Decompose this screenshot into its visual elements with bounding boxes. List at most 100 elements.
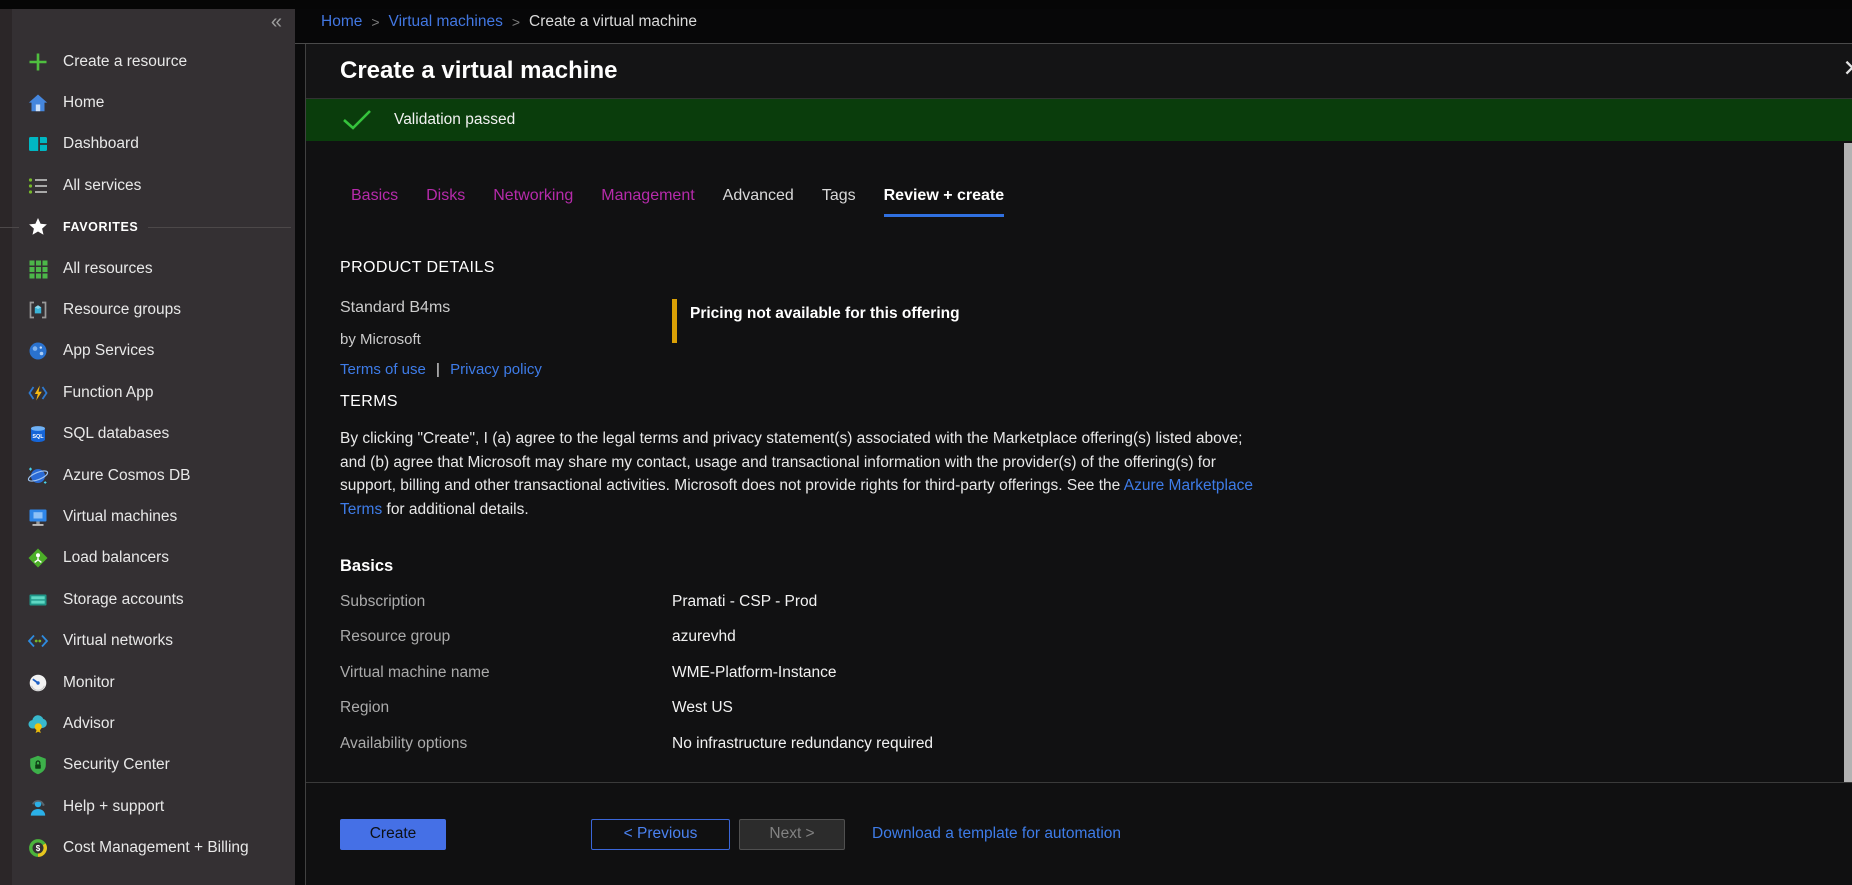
sidebar-item-create-a-resource[interactable]: Create a resource bbox=[0, 41, 295, 82]
pricing-accent-bar bbox=[672, 299, 677, 343]
terms-body: By clicking "Create", I (a) agree to the… bbox=[340, 427, 1264, 521]
sidebar-item-all-resources[interactable]: All resources bbox=[0, 248, 295, 289]
basics-heading: Basics bbox=[340, 557, 1852, 576]
link-separator: | bbox=[436, 361, 440, 378]
tab-basics[interactable]: Basics bbox=[351, 187, 398, 217]
sidebar-nav: Create a resource Home Dashboard All ser… bbox=[0, 41, 295, 869]
sidebar-item-azure-cosmos-db[interactable]: Azure Cosmos DB bbox=[0, 455, 295, 496]
home-icon bbox=[26, 91, 50, 115]
terms-text-suffix: for additional details. bbox=[382, 501, 528, 518]
create-vm-blade: Create a virtual machine ✕ Validation pa… bbox=[305, 44, 1852, 885]
dashboard-icon bbox=[26, 132, 50, 156]
blade-header: Create a virtual machine ✕ bbox=[306, 44, 1852, 99]
breadcrumb-current: Create a virtual machine bbox=[529, 13, 697, 31]
sidebar-item-label: Help + support bbox=[63, 798, 164, 816]
table-row: Region West US bbox=[340, 691, 1852, 727]
sidebar-item-label: Storage accounts bbox=[63, 591, 184, 609]
sidebar-item-advisor[interactable]: Advisor bbox=[0, 703, 295, 744]
cosmos-db-icon bbox=[26, 464, 50, 488]
product-details-heading: PRODUCT DETAILS bbox=[340, 259, 1852, 277]
sidebar-item-help-support[interactable]: Help + support bbox=[0, 786, 295, 827]
terms-text: By clicking "Create", I (a) agree to the… bbox=[340, 430, 1242, 494]
sidebar-item-label: Security Center bbox=[63, 756, 170, 774]
azure-portal-window: « Create a resource Home Dashboard All s… bbox=[0, 0, 1852, 885]
vertical-scrollbar[interactable] bbox=[1844, 143, 1852, 782]
sidebar-item-label: Resource groups bbox=[63, 301, 181, 319]
sidebar-item-all-services[interactable]: All services bbox=[0, 165, 295, 206]
sidebar-item-load-balancers[interactable]: Load balancers bbox=[0, 538, 295, 579]
row-label: Virtual machine name bbox=[340, 664, 672, 682]
security-center-icon bbox=[26, 753, 50, 777]
sidebar-item-label: Home bbox=[63, 94, 104, 112]
terms-heading: TERMS bbox=[340, 393, 1852, 411]
basics-summary-table: Subscription Pramati - CSP - Prod Resour… bbox=[340, 584, 1852, 762]
tab-advanced[interactable]: Advanced bbox=[723, 187, 794, 217]
policy-links: Terms of use | Privacy policy bbox=[340, 361, 672, 378]
monitor-icon bbox=[26, 671, 50, 695]
sidebar-item-sql-databases[interactable]: SQL SQL databases bbox=[0, 414, 295, 455]
sidebar-item-label: Create a resource bbox=[63, 53, 187, 71]
sidebar-section-label: FAVORITES bbox=[63, 220, 138, 234]
next-button-disabled[interactable]: Next > bbox=[739, 819, 845, 850]
breadcrumb-home-link[interactable]: Home bbox=[321, 13, 362, 31]
table-row: Resource group azurevhd bbox=[340, 620, 1852, 656]
create-button[interactable]: Create bbox=[340, 819, 446, 850]
table-row: Subscription Pramati - CSP - Prod bbox=[340, 584, 1852, 620]
breadcrumb-virtual-machines-link[interactable]: Virtual machines bbox=[389, 13, 503, 31]
validation-banner: Validation passed bbox=[306, 99, 1852, 141]
sidebar-item-virtual-machines[interactable]: Virtual machines bbox=[0, 496, 295, 537]
previous-button[interactable]: < Previous bbox=[591, 819, 730, 850]
sidebar-item-dashboard[interactable]: Dashboard bbox=[0, 124, 295, 165]
resource-groups-icon bbox=[26, 298, 50, 322]
tab-disks[interactable]: Disks bbox=[426, 187, 465, 217]
sidebar-item-label: Dashboard bbox=[63, 135, 139, 153]
tab-tags[interactable]: Tags bbox=[822, 187, 856, 217]
sidebar-item-function-app[interactable]: Function App bbox=[0, 372, 295, 413]
svg-text:SQL: SQL bbox=[32, 434, 44, 440]
review-create-content: Basics Disks Networking Management Advan… bbox=[306, 141, 1852, 782]
virtual-networks-icon bbox=[26, 629, 50, 653]
sidebar-item-app-services[interactable]: App Services bbox=[0, 331, 295, 372]
tab-review-create[interactable]: Review + create bbox=[884, 187, 1005, 217]
help-support-icon bbox=[26, 795, 50, 819]
sidebar-item-storage-accounts[interactable]: Storage accounts bbox=[0, 579, 295, 620]
wizard-footer: Create < Previous Next > Download a temp… bbox=[306, 782, 1852, 885]
product-details-section: Standard B4ms by Microsoft Terms of use … bbox=[340, 299, 1852, 378]
star-icon bbox=[26, 215, 50, 239]
virtual-machines-icon bbox=[26, 505, 50, 529]
function-app-icon bbox=[26, 381, 50, 405]
row-label: Subscription bbox=[340, 593, 672, 611]
tab-networking[interactable]: Networking bbox=[493, 187, 573, 217]
download-template-link[interactable]: Download a template for automation bbox=[872, 825, 1121, 843]
row-value: Pramati - CSP - Prod bbox=[672, 593, 817, 611]
checkmark-icon bbox=[342, 109, 372, 131]
sidebar-item-label: Load balancers bbox=[63, 549, 169, 567]
row-label: Resource group bbox=[340, 628, 672, 646]
product-publisher: by Microsoft bbox=[340, 331, 672, 348]
sidebar-item-label: All resources bbox=[63, 260, 153, 278]
sidebar: « Create a resource Home Dashboard All s… bbox=[0, 0, 295, 885]
sidebar-item-cost-management-billing[interactable]: $ Cost Management + Billing bbox=[0, 827, 295, 868]
pricing-note: Pricing not available for this offering bbox=[672, 299, 960, 378]
validation-banner-text: Validation passed bbox=[394, 111, 515, 129]
pricing-note-text: Pricing not available for this offering bbox=[690, 305, 960, 378]
privacy-policy-link[interactable]: Privacy policy bbox=[450, 361, 542, 378]
sidebar-item-label: App Services bbox=[63, 342, 154, 360]
sidebar-item-home[interactable]: Home bbox=[0, 82, 295, 123]
app-services-icon bbox=[26, 339, 50, 363]
tab-management[interactable]: Management bbox=[601, 187, 694, 217]
sidebar-item-virtual-networks[interactable]: Virtual networks bbox=[0, 620, 295, 661]
row-value: No infrastructure redundancy required bbox=[672, 735, 933, 753]
sidebar-item-security-center[interactable]: Security Center bbox=[0, 745, 295, 786]
sidebar-collapse-icon[interactable]: « bbox=[271, 12, 282, 32]
terms-of-use-link[interactable]: Terms of use bbox=[340, 361, 426, 378]
storage-accounts-icon bbox=[26, 588, 50, 612]
sidebar-item-monitor[interactable]: Monitor bbox=[0, 662, 295, 703]
sidebar-item-label: Cost Management + Billing bbox=[63, 839, 249, 857]
sidebar-item-resource-groups[interactable]: Resource groups bbox=[0, 289, 295, 330]
sidebar-item-label: Virtual networks bbox=[63, 632, 173, 650]
sidebar-item-label: Function App bbox=[63, 384, 153, 402]
table-row: Virtual machine name WME-Platform-Instan… bbox=[340, 655, 1852, 691]
row-label: Region bbox=[340, 699, 672, 717]
close-icon[interactable]: ✕ bbox=[1843, 57, 1852, 80]
